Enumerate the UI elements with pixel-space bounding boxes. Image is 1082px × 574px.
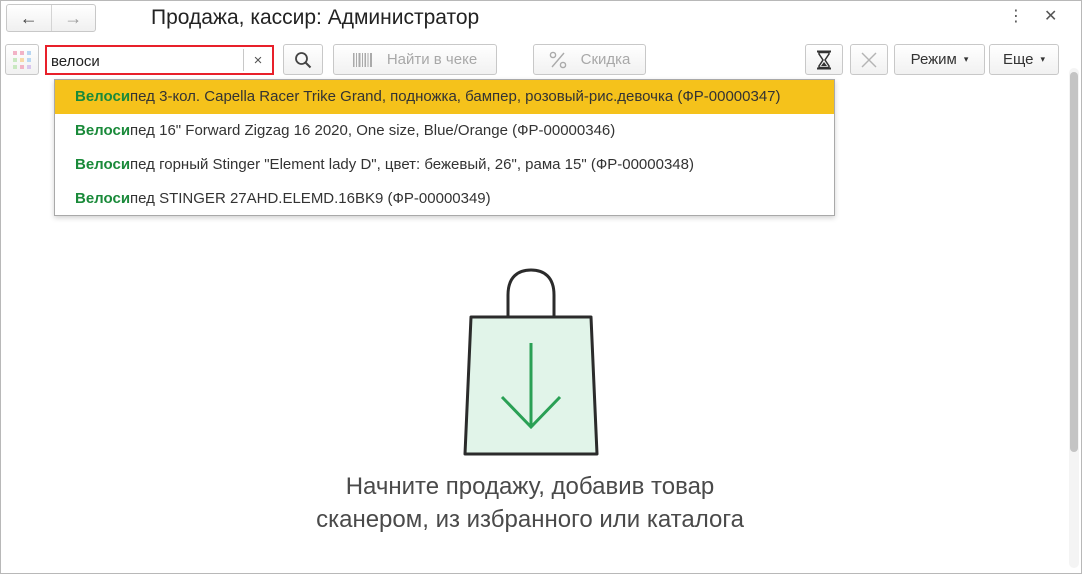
shopping-bag-download-icon — [463, 268, 599, 456]
close-x-icon — [861, 52, 877, 67]
empty-state-message: Начните продажу, добавив товар сканером,… — [280, 470, 780, 536]
find-in-receipt-button[interactable]: Найти в чеке — [333, 44, 497, 75]
chevron-down-icon: ▾ — [1040, 54, 1046, 64]
magnifier-icon — [295, 51, 312, 68]
suggestion-item[interactable]: Велосипед STINGER 27AHD.ELEMD.16BK9 (ФР-… — [55, 182, 834, 216]
suggestion-rest-text: пед STINGER 27AHD.ELEMD.16BK9 (ФР-000003… — [130, 190, 491, 207]
more-menu-icon[interactable]: ⋮ — [1008, 6, 1024, 26]
scroll-thumb[interactable] — [1070, 72, 1078, 452]
search-field: × — [45, 45, 274, 75]
suggestion-match-text: Велоси — [75, 190, 131, 207]
empty-state-line-1: Начните продажу, добавив товар — [345, 473, 715, 500]
clear-search-button[interactable]: × — [243, 49, 272, 71]
deferred-receipt-button[interactable] — [805, 44, 843, 75]
page-title: Продажа, кассир: Администратор — [151, 6, 480, 29]
nav-buttons: ← → — [6, 4, 96, 32]
discount-label: Скидка — [580, 51, 631, 68]
suggestion-rest-text: пед 3-кол. Capella Racer Trike Grand, по… — [130, 88, 781, 105]
suggestion-rest-text: пед 16" Forward Zigzag 16 2020, One size… — [130, 122, 616, 139]
suggestion-rest-text: пед горный Stinger "Element lady D", цве… — [130, 156, 694, 173]
suggestion-match-text: Велоси — [75, 88, 131, 105]
suggestion-item[interactable]: Велосипед 16" Forward Zigzag 16 2020, On… — [55, 114, 834, 148]
more-label: Еще — [1002, 51, 1034, 68]
grid-icon — [13, 50, 31, 69]
mode-label: Режим — [910, 51, 957, 68]
search-suggestions-list: Велосипед 3-кол. Capella Racer Trike Gra… — [54, 79, 835, 216]
hourglass-icon — [817, 50, 831, 69]
close-icon[interactable]: ✕ — [1044, 6, 1057, 26]
empty-state-line-2: сканером, из избранного или каталога — [316, 506, 744, 533]
cancel-receipt-button[interactable] — [850, 44, 888, 75]
barcode-icon — [352, 52, 373, 67]
suggestion-item[interactable]: Велосипед 3-кол. Capella Racer Trike Gra… — [55, 80, 834, 114]
mode-dropdown[interactable]: Режим ▾ — [894, 44, 985, 75]
find-in-receipt-label: Найти в чеке — [386, 51, 478, 68]
suggestion-match-text: Велоси — [75, 122, 131, 139]
percent-icon — [549, 51, 567, 69]
search-button[interactable] — [283, 44, 323, 75]
search-input[interactable] — [51, 50, 241, 72]
suggestion-match-text: Велоси — [75, 156, 131, 173]
discount-button[interactable]: Скидка — [533, 44, 646, 75]
vertical-scrollbar[interactable] — [1069, 68, 1079, 568]
back-button[interactable]: ← — [7, 5, 51, 31]
catalog-button[interactable] — [5, 44, 39, 75]
suggestion-item[interactable]: Велосипед горный Stinger "Element lady D… — [55, 148, 834, 182]
chevron-down-icon: ▾ — [963, 54, 969, 64]
forward-button[interactable]: → — [50, 5, 96, 31]
more-dropdown[interactable]: Еще ▾ — [989, 44, 1059, 75]
